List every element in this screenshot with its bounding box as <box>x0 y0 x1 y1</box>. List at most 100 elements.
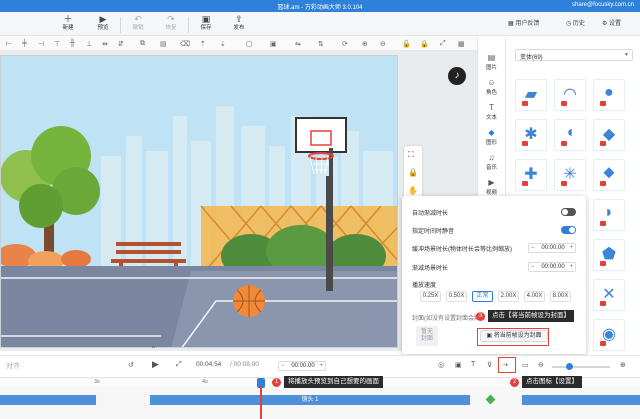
publish-button[interactable]: ⇪ 发布 <box>226 14 252 32</box>
shape-thumbnail[interactable]: ◖ <box>554 119 586 151</box>
camera-icon[interactable]: ◎ <box>438 361 444 369</box>
copy-icon[interactable]: ⧉ <box>140 40 145 48</box>
image-add-icon[interactable]: ▣ <box>455 361 462 369</box>
music-note-icon[interactable]: ♪ <box>448 67 466 85</box>
scene-block[interactable]: 镜头 1 <box>150 395 470 405</box>
hand-icon[interactable]: ✋ <box>408 186 418 195</box>
layer-down-icon[interactable]: ⇣ <box>220 40 226 48</box>
fade-duration-stepper[interactable]: −00:00.00 + <box>528 262 576 272</box>
rotate-icon[interactable]: ⟳ <box>342 40 348 48</box>
zoom-slider-handle[interactable] <box>566 363 573 370</box>
ungroup-icon[interactable]: ▣ <box>270 40 277 48</box>
step-2-badge: 2 <box>510 378 519 387</box>
speed-option[interactable]: 0.25X <box>420 291 441 302</box>
shape-thumbnail[interactable]: ✚ <box>515 159 547 191</box>
grid-icon[interactable]: ▦ <box>458 40 465 48</box>
shape-thumbnail[interactable]: ◉ <box>593 319 625 351</box>
flip-h-icon[interactable]: ⇋ <box>295 40 301 48</box>
zoom-slider[interactable] <box>552 366 610 368</box>
window-title: 篮球.am - 万彩动画大师 3.0.104 <box>277 5 363 11</box>
lock-icon-2[interactable]: 🔒 <box>408 168 418 177</box>
paste-icon[interactable]: ▤ <box>160 40 167 48</box>
lock-all-icon[interactable]: 🔒 <box>420 40 429 48</box>
redo-button[interactable]: ↷ 恢复 <box>158 14 184 32</box>
preview-button[interactable]: ▶ 预览 <box>90 14 116 32</box>
account-email[interactable]: share@focusky.com.cn <box>572 2 634 8</box>
sidebar-item-shape[interactable]: ◆ 图形 <box>478 128 505 146</box>
shape-thumbnail[interactable]: ✱ <box>515 119 547 151</box>
save-button[interactable]: ▣ 保存 <box>193 14 219 32</box>
speed-option[interactable]: 8.00X <box>550 291 571 302</box>
current-time: 00:04.54 <box>196 361 222 368</box>
lock-icon[interactable]: 🔓 <box>402 40 411 48</box>
flip-v-icon[interactable]: ⇅ <box>318 40 324 48</box>
align-top-icon[interactable]: ⊤ <box>54 40 60 48</box>
time-stepper[interactable]: −00:00.00 + <box>278 361 326 371</box>
settings-button[interactable]: ⚙ 设置 <box>602 18 621 27</box>
zoom-out-icon[interactable]: ⊖ <box>380 40 386 48</box>
scene-block-prev[interactable] <box>0 395 96 405</box>
shape-thumbnail[interactable]: ✕ <box>593 279 625 311</box>
new-button[interactable]: ＋新建 <box>55 14 81 32</box>
keyframe-marker[interactable] <box>485 394 496 405</box>
shape-thumbnail[interactable]: ● <box>593 79 625 111</box>
zoom-out-icon-2[interactable]: ⊖ <box>538 361 544 369</box>
align-left-icon[interactable]: ⊢ <box>6 40 12 48</box>
scene-block-next[interactable] <box>522 395 640 405</box>
mute-toggle[interactable] <box>561 226 576 234</box>
fullscreen-icon[interactable]: ⛶ <box>408 150 414 160</box>
history-icon: ◷ <box>566 21 573 27</box>
sidebar-item-text[interactable]: T 文本 <box>478 103 505 121</box>
align-right-icon[interactable]: ⊣ <box>38 40 44 48</box>
premium-badge <box>522 141 528 146</box>
history-button[interactable]: ◷ 历史 <box>566 18 585 27</box>
shape-thumbnail[interactable]: ⬥ <box>593 159 625 191</box>
collapse-arrow-icon[interactable]: ⌃ <box>150 345 157 354</box>
subtitle-icon[interactable]: ▭ <box>522 361 529 369</box>
undo-button[interactable]: ↶ 撤销 <box>125 14 151 32</box>
group-icon[interactable]: ▢ <box>246 40 253 48</box>
shape-thumbnail[interactable]: ◠ <box>554 79 586 111</box>
play-icon[interactable]: ▶ <box>152 359 159 370</box>
image-icon: ▤ <box>487 53 496 62</box>
feedback-button[interactable]: ▦ 用户反馈 <box>508 18 539 27</box>
align-center-icon[interactable]: ╪ <box>22 40 27 47</box>
expand-icon[interactable]: ⤢ <box>440 40 446 48</box>
shape-thumbnail[interactable]: ✳ <box>554 159 586 191</box>
shape-thumbnail[interactable]: ◆ <box>593 119 625 151</box>
shape-category-select[interactable]: 变体(69) <box>515 49 633 61</box>
premium-badge <box>600 141 606 146</box>
distribute-v-icon[interactable]: ⇵ <box>118 40 124 48</box>
shape-thumbnail[interactable]: ◗ <box>593 199 625 231</box>
distribute-h-icon[interactable]: ⇹ <box>102 40 108 48</box>
text-add-icon[interactable]: T <box>471 361 475 368</box>
shape-thumbnail[interactable]: ⬟ <box>593 239 625 271</box>
sidebar-item-video[interactable]: ▶ 视频 <box>478 178 505 196</box>
expand-view-icon[interactable]: ⤢ <box>176 361 182 369</box>
speed-option[interactable]: 0.50X <box>446 291 467 302</box>
shape-thumbnail[interactable]: ▰ <box>515 79 547 111</box>
zoom-in-icon[interactable]: ⊕ <box>362 40 368 48</box>
speed-option-active[interactable]: 正常 <box>472 291 493 302</box>
auto-fade-toggle[interactable] <box>561 208 576 216</box>
speed-option[interactable]: 2.00X <box>498 291 519 302</box>
zoom-in-icon-2[interactable]: ⊕ <box>620 361 626 369</box>
step-2-callout: 点击图标【设置】 <box>522 376 582 388</box>
sidebar-item-character[interactable]: ☺ 角色 <box>478 78 505 96</box>
sidebar-item-music[interactable]: ♫ 音乐 <box>478 153 505 171</box>
rewind-icon[interactable]: ↺ <box>128 361 134 369</box>
filter-icon[interactable]: ⊽ <box>487 361 492 369</box>
step-3-badge: 3 <box>476 312 485 321</box>
basketball-court-scene <box>1 56 397 347</box>
no-cover-button[interactable]: 暂无 封面 <box>416 326 438 346</box>
speed-option[interactable]: 4.00X <box>524 291 545 302</box>
shape-preview-icon: ✚ <box>524 166 538 183</box>
delete-icon[interactable]: ⌫ <box>180 40 190 48</box>
scene-stage[interactable] <box>0 55 398 348</box>
align-middle-icon[interactable]: ╫ <box>70 40 75 47</box>
buffer-duration-stepper[interactable]: −00:00.00 + <box>528 243 576 253</box>
sidebar-item-image[interactable]: ▤ 图片 <box>478 53 505 71</box>
layer-up-icon[interactable]: ⇡ <box>200 40 206 48</box>
redo-icon: ↷ <box>167 14 175 24</box>
align-bottom-icon[interactable]: ⊥ <box>86 40 92 48</box>
